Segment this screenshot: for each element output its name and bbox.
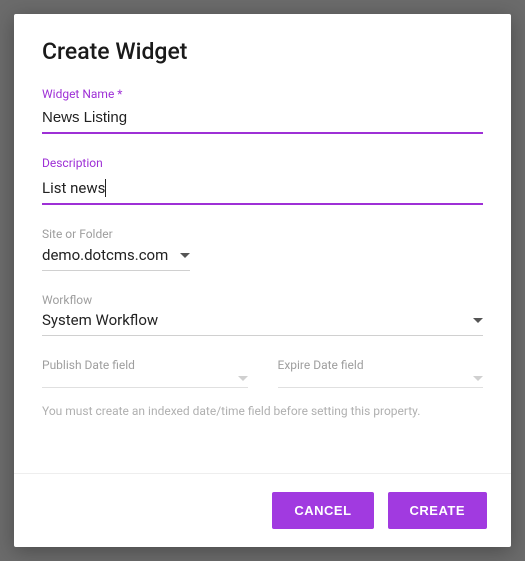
publish-date-label: Publish Date field xyxy=(42,358,248,372)
publish-date-select[interactable] xyxy=(42,376,248,388)
expire-date-label: Expire Date field xyxy=(278,358,484,372)
workflow-value: System Workflow xyxy=(42,311,473,329)
caret-down-icon xyxy=(238,376,248,381)
cancel-button[interactable]: Cancel xyxy=(272,492,373,529)
widget-name-input[interactable] xyxy=(42,105,483,134)
site-folder-select[interactable]: demo.dotcms.com xyxy=(42,246,190,271)
workflow-label: Workflow xyxy=(42,293,483,307)
caret-down-icon xyxy=(180,253,190,258)
site-folder-value: demo.dotcms.com xyxy=(42,246,168,264)
expire-date-field: Expire Date field xyxy=(278,358,484,388)
site-folder-field: Site or Folder demo.dotcms.com xyxy=(42,227,483,271)
expire-date-select[interactable] xyxy=(278,376,484,388)
create-button[interactable]: Create xyxy=(388,492,487,529)
workflow-field: Workflow System Workflow xyxy=(42,293,483,336)
caret-down-icon xyxy=(473,318,483,323)
date-fields-row: Publish Date field Expire Date field xyxy=(42,358,483,400)
description-field: Description List news xyxy=(42,156,483,205)
caret-down-icon xyxy=(473,376,483,381)
description-input[interactable]: List news xyxy=(42,179,106,197)
site-folder-label: Site or Folder xyxy=(42,227,483,241)
date-field-hint: You must create an indexed date/time fie… xyxy=(42,404,483,418)
widget-name-field: Widget Name * xyxy=(42,87,483,134)
workflow-select[interactable]: System Workflow xyxy=(42,311,483,336)
widget-name-label: Widget Name * xyxy=(42,87,483,101)
dialog-footer: Cancel Create xyxy=(14,473,511,547)
description-label: Description xyxy=(42,156,483,170)
create-widget-dialog: Create Widget Widget Name * Description … xyxy=(14,14,511,547)
dialog-body: Create Widget Widget Name * Description … xyxy=(14,14,511,473)
dialog-title: Create Widget xyxy=(42,38,483,65)
publish-date-field: Publish Date field xyxy=(42,358,248,388)
